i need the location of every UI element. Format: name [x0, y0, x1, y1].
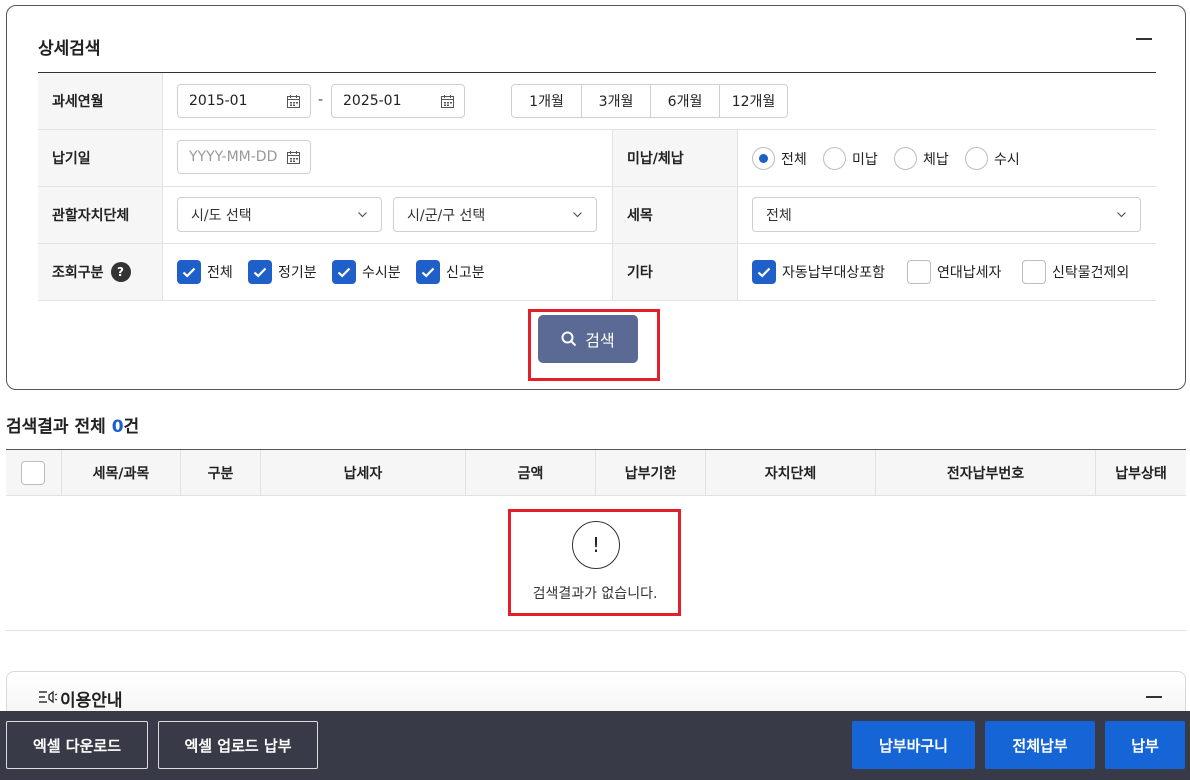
results-title: 검색결과 전체 0건	[6, 417, 140, 437]
calendar-icon[interactable]	[287, 151, 300, 164]
radio-icon[interactable]	[823, 147, 846, 170]
check-query-all[interactable]: 전체	[177, 260, 233, 284]
chevron-down-icon	[358, 212, 367, 218]
check-exclude-trust[interactable]: 신탁물건제외	[1022, 260, 1129, 284]
radio-unpaid-all[interactable]: 전체	[752, 147, 807, 170]
period-3month-button[interactable]: 3개월	[581, 85, 650, 117]
check-query-report[interactable]: 신고분	[416, 260, 485, 284]
results-table-header: 세목/과목 구분 납세자 금액 납부기한 자치단체 전자납부번호 납부상태	[6, 449, 1186, 496]
checkbox-icon[interactable]	[1022, 260, 1046, 284]
tax-month-from-field[interactable]: 2015-01	[177, 84, 311, 118]
row-tax-month: 과세연월 2015-01 - 2025-01 1개월 3개월 6개월 12개월	[38, 73, 1156, 130]
range-dash: -	[318, 92, 324, 108]
guide-icon	[39, 690, 58, 704]
label-tax-month: 과세연월	[38, 73, 162, 129]
sido-select[interactable]: 시/도 선택	[177, 197, 382, 232]
bottom-action-bar: 엑셀 다운로드 엑셀 업로드 납부 납부바구니 전체납부 납부	[0, 711, 1190, 780]
radio-icon[interactable]	[965, 147, 988, 170]
payment-cart-button[interactable]: 납부바구니	[852, 721, 975, 769]
col-tax-item: 세목/과목	[92, 465, 150, 482]
col-type: 구분	[207, 465, 234, 482]
checkbox-icon[interactable]	[907, 260, 931, 284]
excel-upload-pay-button[interactable]: 엑셀 업로드 납부	[158, 721, 318, 769]
row-pay-date: 납기일 YYYY-MM-DD 미납/체납 전체 미납 체납 수시	[38, 130, 1156, 187]
row-local-gov: 관할자치단체 시/도 선택 시/군/구 선택 세목 전체	[38, 187, 1156, 244]
results-count: 0	[111, 417, 124, 437]
radio-unpaid-overdue[interactable]: 체납	[894, 147, 949, 170]
radio-icon[interactable]	[894, 147, 917, 170]
select-all-checkbox[interactable]	[21, 461, 45, 485]
collapse-icon[interactable]	[1136, 38, 1152, 40]
col-taxpayer: 납세자	[343, 465, 383, 482]
pay-button[interactable]: 납부	[1105, 721, 1185, 769]
radio-unpaid-unpaid[interactable]: 미납	[823, 147, 878, 170]
period-12month-button[interactable]: 12개월	[719, 85, 787, 117]
check-query-regular[interactable]: 정기분	[248, 260, 317, 284]
highlight-search-button	[528, 309, 660, 381]
label-local-gov: 관할자치단체	[38, 187, 162, 243]
checkbox-checked-icon[interactable]	[416, 260, 440, 284]
help-icon[interactable]: ?	[110, 262, 131, 282]
check-joint-taxpayer[interactable]: 연대납세자	[907, 260, 1001, 284]
excel-download-button[interactable]: 엑셀 다운로드	[6, 721, 148, 769]
check-auto-pay[interactable]: 자동납부대상포함	[752, 260, 885, 284]
checkbox-checked-icon[interactable]	[752, 260, 776, 284]
period-1month-button[interactable]: 1개월	[512, 85, 581, 117]
check-query-adhoc[interactable]: 수시분	[332, 260, 401, 284]
label-query-type: 조회구분 ?	[38, 244, 162, 300]
calendar-icon[interactable]	[287, 95, 300, 108]
col-due-date: 납부기한	[624, 465, 677, 482]
col-epay-number: 전자납부번호	[946, 465, 1025, 482]
guide-title: 이용안내	[60, 691, 123, 711]
divider	[6, 630, 1186, 631]
radio-selected-icon[interactable]	[752, 147, 775, 170]
pay-all-button[interactable]: 전체납부	[985, 721, 1095, 769]
col-amount: 금액	[517, 465, 544, 482]
radio-unpaid-adhoc[interactable]: 수시	[965, 147, 1020, 170]
panel-title: 상세검색	[38, 39, 101, 59]
chevron-down-icon	[1117, 212, 1126, 218]
checkbox-checked-icon[interactable]	[332, 260, 356, 284]
pay-date-field[interactable]: YYYY-MM-DD	[177, 140, 311, 174]
label-unpaid: 미납/체납	[613, 130, 737, 186]
chevron-down-icon	[573, 212, 582, 218]
checkbox-checked-icon[interactable]	[177, 260, 201, 284]
label-pay-date: 납기일	[38, 130, 162, 186]
tax-item-select[interactable]: 전체	[752, 197, 1141, 232]
calendar-icon[interactable]	[441, 95, 454, 108]
collapse-icon[interactable]	[1146, 696, 1162, 698]
checkbox-checked-icon[interactable]	[248, 260, 272, 284]
row-query-type: 조회구분 ? 전체 정기분 수시분 신고분 기타 자동납부대상포함 연대납세자 …	[38, 244, 1156, 301]
period-6month-button[interactable]: 6개월	[650, 85, 719, 117]
highlight-empty-message	[508, 509, 681, 616]
col-local-gov: 자치단체	[764, 465, 817, 482]
period-button-group: 1개월 3개월 6개월 12개월	[511, 84, 788, 118]
tax-month-to-field[interactable]: 2025-01	[331, 84, 465, 118]
label-tax-item: 세목	[613, 187, 737, 243]
sigungu-select[interactable]: 시/군/구 선택	[393, 197, 597, 232]
col-pay-status: 납부상태	[1115, 465, 1167, 482]
label-other: 기타	[613, 244, 737, 300]
